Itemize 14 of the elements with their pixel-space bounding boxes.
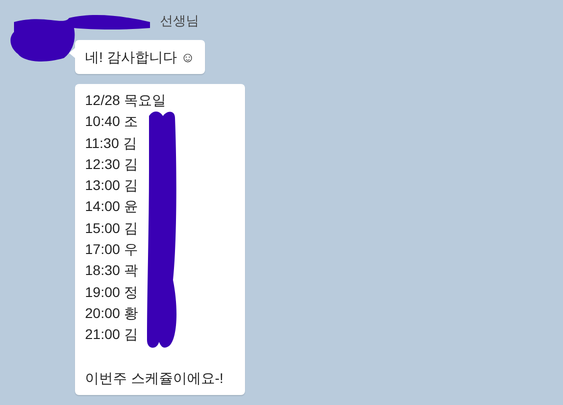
schedule-line: 17:00 우 xyxy=(85,240,139,260)
schedule-line: 20:00 황 xyxy=(85,304,139,323)
schedule-line: 10:40 조 xyxy=(85,112,139,132)
schedule-line: 12/28 목요일 xyxy=(85,91,167,110)
schedule-line: 18:30 곽 xyxy=(85,261,139,280)
schedule-line: 19:00 정 xyxy=(85,282,139,302)
sender-name: 선생님 xyxy=(160,12,199,30)
schedule-line: 13:00 김 xyxy=(85,176,139,196)
schedule-line: 11:30 김 xyxy=(85,134,138,153)
closing-text: 이번주 스케쥴이에요-! xyxy=(85,368,224,388)
schedule-line: 15:00 김 xyxy=(85,218,139,238)
schedule-line: 14:00 윤 xyxy=(85,197,139,216)
schedule-line: 12:30 김 xyxy=(85,154,139,174)
schedule-line: 21:00 김 xyxy=(85,325,139,344)
